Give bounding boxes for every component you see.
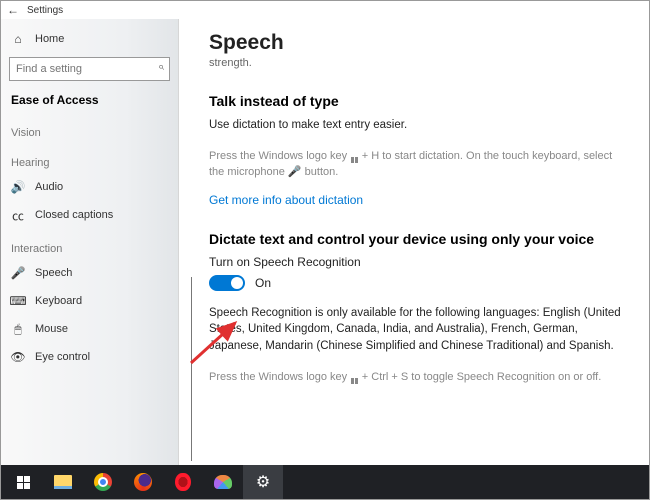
search-input[interactable]: [9, 57, 170, 81]
taskbar-opera[interactable]: [163, 465, 203, 499]
taskbar-settings[interactable]: ⚙: [243, 465, 283, 499]
sidebar-item-label: Eye control: [35, 351, 90, 363]
taskbar-paint[interactable]: [203, 465, 243, 499]
section-heading-talk: Talk instead of type: [209, 93, 627, 109]
dictation-hint: Press the Windows logo key + H to start …: [209, 148, 627, 181]
scrollbar-track-indicator: [191, 277, 192, 461]
paint-icon: [214, 475, 232, 489]
sidebar-item-label: Mouse: [35, 323, 68, 335]
folder-icon: [54, 475, 72, 489]
firefox-icon: [134, 473, 152, 491]
sidebar-section-interaction: Interaction: [1, 229, 178, 259]
sidebar-item-label: Speech: [35, 267, 72, 279]
gear-icon: ⚙: [256, 472, 270, 492]
window-title: Settings: [27, 5, 63, 16]
sidebar: ⌂ Home ⌕ Ease of Access Vision Hearing 🔊…: [1, 19, 179, 465]
page-subtitle: strength.: [209, 57, 627, 69]
sidebar-item-speech[interactable]: 🎤 Speech: [1, 259, 178, 287]
sidebar-item-label: Keyboard: [35, 295, 82, 307]
content-pane: Speech strength. Talk instead of type Us…: [179, 19, 649, 465]
search-icon: ⌕: [158, 61, 164, 74]
sidebar-section-vision: Vision: [1, 113, 178, 143]
sidebar-item-label: Audio: [35, 181, 63, 193]
opera-icon: [175, 473, 191, 491]
sidebar-item-audio[interactable]: 🔊 Audio: [1, 173, 178, 201]
toggle-label: Turn on Speech Recognition: [209, 255, 627, 269]
taskbar-firefox[interactable]: [123, 465, 163, 499]
sidebar-item-eye-control[interactable]: 👁 Eye control: [1, 343, 178, 371]
speech-icon: 🎤: [11, 266, 25, 280]
toggle-state: On: [255, 276, 271, 290]
back-icon[interactable]: ←: [7, 3, 19, 17]
search-wrap: ⌕: [1, 53, 178, 89]
sidebar-section-hearing: Hearing: [1, 143, 178, 173]
sidebar-item-closed-captions[interactable]: ㏄ Closed captions: [1, 201, 178, 229]
sidebar-item-keyboard[interactable]: ⌨ Keyboard: [1, 287, 178, 315]
winkey-icon: [351, 378, 358, 385]
captions-icon: ㏄: [11, 208, 25, 222]
speech-recognition-toggle[interactable]: [209, 275, 245, 291]
availability-text: Speech Recognition is only available for…: [209, 305, 627, 355]
titlebar: ← Settings: [1, 1, 649, 19]
taskbar: ⚙: [1, 465, 649, 499]
sidebar-group-title: Ease of Access: [1, 89, 178, 113]
sidebar-home[interactable]: ⌂ Home: [1, 25, 178, 53]
toggle-hint: Press the Windows logo key + Ctrl + S to…: [209, 369, 627, 386]
section-heading-dictate: Dictate text and control your device usi…: [209, 231, 627, 247]
audio-icon: 🔊: [11, 180, 25, 194]
taskbar-chrome[interactable]: [83, 465, 123, 499]
home-icon: ⌂: [11, 32, 25, 46]
page-title: Speech: [209, 31, 627, 55]
sidebar-home-label: Home: [35, 33, 64, 45]
taskbar-file-explorer[interactable]: [43, 465, 83, 499]
winkey-icon: [351, 157, 358, 164]
window-body: ⌂ Home ⌕ Ease of Access Vision Hearing 🔊…: [1, 19, 649, 465]
settings-window: ← Settings ⌂ Home ⌕ Ease of Access Visio…: [0, 0, 650, 500]
mouse-icon: 🖱: [11, 322, 25, 336]
start-button[interactable]: [3, 465, 43, 499]
eye-icon: 👁: [11, 350, 25, 364]
dictation-info-link[interactable]: Get more info about dictation: [209, 193, 363, 207]
windows-icon: [17, 476, 30, 489]
keyboard-icon: ⌨: [11, 294, 25, 308]
chrome-icon: [94, 473, 112, 491]
sidebar-item-mouse[interactable]: 🖱 Mouse: [1, 315, 178, 343]
toggle-row: On: [209, 275, 627, 291]
sidebar-item-label: Closed captions: [35, 209, 113, 221]
section1-para: Use dictation to make text entry easier.: [209, 117, 627, 134]
mic-icon: 🎤: [288, 166, 302, 178]
